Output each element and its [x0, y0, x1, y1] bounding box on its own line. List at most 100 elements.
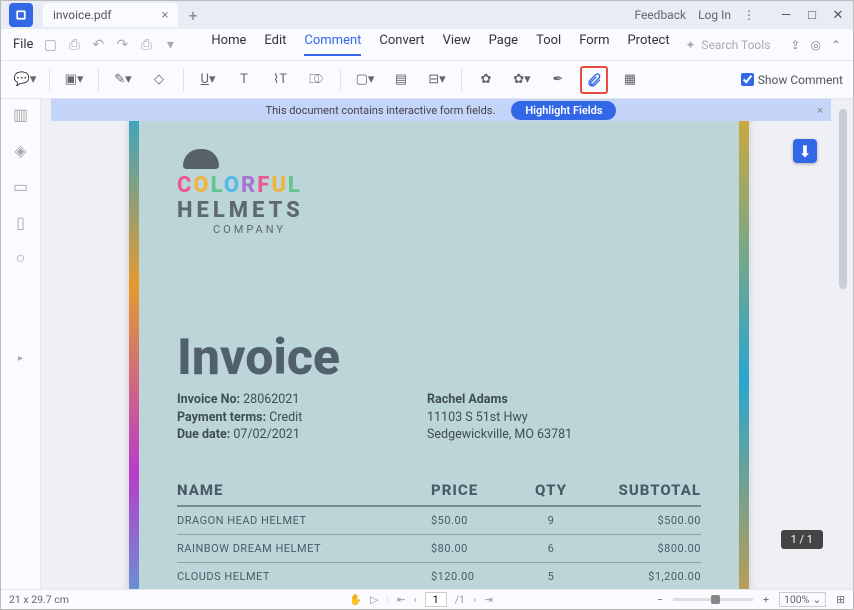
menu-page[interactable]: Page — [489, 33, 518, 56]
close-tab-icon[interactable]: × — [162, 8, 169, 23]
comments-panel-icon[interactable]: ▭ — [10, 175, 32, 197]
form-fields-banner: This document contains interactive form … — [51, 99, 831, 121]
title-bar: invoice.pdf × + Feedback Log In ⋮ — □ ✕ — [1, 1, 853, 29]
note-tool-icon[interactable]: 💬▾ — [11, 66, 39, 94]
share-icon[interactable]: ⇪ — [790, 38, 800, 52]
prev-page-icon[interactable]: ‹ — [414, 593, 417, 606]
menu-view[interactable]: View — [443, 33, 471, 56]
page-stripe-right — [739, 99, 749, 589]
save-icon[interactable]: ⎙ — [65, 37, 83, 53]
attachments-panel-icon[interactable]: ▯ — [10, 211, 32, 233]
search-hint-icon: ✦ — [685, 38, 695, 52]
file-menu[interactable]: File — [13, 37, 33, 52]
manage-comments-icon[interactable]: ▦ — [616, 66, 644, 94]
next-page-icon[interactable]: › — [473, 593, 476, 606]
callout-tool-icon[interactable]: ⎄ — [302, 66, 330, 94]
menu-form[interactable]: Form — [579, 33, 609, 56]
zoom-in-icon[interactable]: + — [763, 593, 769, 606]
table-row: RAINBOW DREAM HELMET$80.006$800.00 — [177, 535, 701, 563]
stamp-tool-icon[interactable]: ✿ — [472, 66, 500, 94]
hand-tool-icon[interactable]: ✋ — [349, 593, 362, 606]
feedback-link[interactable]: Feedback — [634, 8, 686, 22]
invoice-meta-right: Rachel Adams 11103 S 51st Hwy Sedgewickv… — [427, 391, 572, 444]
tab-title: invoice.pdf — [53, 8, 112, 22]
eraser-tool-icon[interactable]: ◇ — [145, 66, 173, 94]
first-page-icon[interactable]: ⇤ — [397, 593, 406, 606]
app-logo-icon — [9, 3, 33, 27]
bookmarks-panel-icon[interactable]: ◈ — [10, 139, 32, 161]
col-price: PRICE — [431, 481, 511, 499]
last-page-icon[interactable]: ⇥ — [484, 593, 493, 606]
thumbnails-panel-icon[interactable]: ▥ — [10, 103, 32, 125]
menu-bar: File ▢ ⎙ ↶ ↷ ⎙ ▾ Home Edit Comment Convert V… — [1, 29, 853, 61]
zoom-slider[interactable] — [673, 598, 753, 601]
minimize-button[interactable]: — — [775, 5, 797, 25]
select-tool-icon[interactable]: ▷ — [370, 593, 378, 606]
cloud-icon[interactable]: ◎ — [810, 38, 820, 52]
menu-edit[interactable]: Edit — [264, 33, 286, 56]
highlight-tool-icon[interactable]: ▣▾ — [60, 66, 88, 94]
attachment-tool-icon[interactable] — [580, 66, 608, 94]
invoice-title: Invoice — [177, 329, 340, 387]
text-tool-icon[interactable]: T — [230, 66, 258, 94]
underline-tool-icon[interactable]: U▾ — [194, 66, 222, 94]
shape-tool-icon[interactable]: ▢▾ — [351, 66, 379, 94]
hedgehog-icon — [183, 149, 219, 169]
search-tools-input[interactable]: Search Tools — [701, 38, 770, 52]
main-menu: Home Edit Comment Convert View Page Tool Form Pr… — [211, 33, 669, 56]
signature-tool-icon[interactable]: ✒ — [544, 66, 572, 94]
show-comment-label: Show Comment — [758, 73, 843, 87]
menu-protect[interactable]: Protect — [627, 33, 669, 56]
zoom-out-icon[interactable]: − — [657, 593, 663, 606]
search-panel-icon[interactable]: ○ — [10, 247, 32, 269]
pager: ✋ ▷ | ⇤ ‹ /1 › ⇥ — [349, 592, 493, 607]
invoice-meta-left: Invoice No: 28062021 Payment terms: Cred… — [177, 391, 302, 444]
document-canvas: COLORFUL HELMETS COMPANY Invoice Invoice… — [41, 99, 853, 589]
col-name: NAME — [177, 481, 431, 499]
menu-home[interactable]: Home — [211, 33, 246, 56]
page-input[interactable] — [425, 592, 447, 607]
login-link[interactable]: Log In — [698, 8, 731, 22]
pencil-tool-icon[interactable]: ✎▾ — [109, 66, 137, 94]
banner-close-icon[interactable]: × — [817, 104, 823, 117]
zoom-select[interactable]: 100%⌄ — [779, 592, 826, 607]
redo-icon[interactable]: ↷ — [113, 37, 131, 53]
document-tab[interactable]: invoice.pdf × — [43, 3, 178, 27]
status-bar: 21 x 29.7 cm ✋ ▷ | ⇤ ‹ /1 › ⇥ − + 100%⌄ … — [1, 589, 853, 609]
page: COLORFUL HELMETS COMPANY Invoice Invoice… — [129, 99, 749, 589]
logo-helmets: HELMETS — [177, 198, 304, 223]
kebab-menu-icon[interactable]: ⋮ — [743, 8, 755, 22]
items-table: NAME PRICE QTY SUBTOTAL DRAGON HEAD HELM… — [177, 481, 701, 589]
expand-icon[interactable]: ⌃ — [831, 38, 841, 52]
close-window-button[interactable]: ✕ — [827, 5, 849, 25]
textbox-tool-icon[interactable]: ⌇T — [266, 66, 294, 94]
scroll-thumb[interactable] — [839, 109, 847, 289]
add-tab-button[interactable]: + — [188, 6, 197, 25]
left-rail: ▥ ◈ ▭ ▯ ○ ▸ — [1, 99, 41, 589]
comment-tool-icon[interactable]: ▤ — [387, 66, 415, 94]
scrollbar[interactable] — [839, 103, 849, 585]
menu-convert[interactable]: Convert — [379, 33, 424, 56]
stamp-menu-icon[interactable]: ✿▾ — [508, 66, 536, 94]
logo-colorful: COLORFUL — [177, 173, 304, 198]
qat-more-icon[interactable]: ▾ — [161, 37, 179, 53]
fit-page-icon[interactable]: ⊞ — [836, 593, 845, 606]
company-logo: COLORFUL HELMETS COMPANY — [177, 149, 304, 236]
measure-tool-icon[interactable]: ⊟▾ — [423, 66, 451, 94]
page-stripe-left — [129, 99, 139, 589]
show-comment-check[interactable] — [741, 73, 754, 86]
print-icon[interactable]: ⎙ — [137, 37, 155, 53]
show-comment-checkbox[interactable]: Show Comment — [741, 73, 843, 87]
floating-download-icon[interactable]: ⬇ — [793, 139, 817, 163]
table-row: CLOUDS HELMET$120.005$1,200.00 — [177, 563, 701, 589]
undo-icon[interactable]: ↶ — [89, 37, 107, 53]
col-subtotal: SUBTOTAL — [591, 481, 701, 499]
comment-toolbar: 💬▾ ▣▾ ✎▾ ◇ U▾ T ⌇T ⎄ ▢▾ ▤ ⊟▾ ✿ ✿▾ ✒ ▦ Sh… — [1, 61, 853, 99]
menu-comment[interactable]: Comment — [304, 33, 361, 56]
menu-tool[interactable]: Tool — [536, 33, 561, 56]
maximize-button[interactable]: □ — [801, 5, 823, 25]
banner-msg: This document contains interactive form … — [266, 104, 496, 117]
highlight-fields-button[interactable]: Highlight Fields — [511, 101, 616, 120]
rail-expand-icon[interactable]: ▸ — [10, 347, 32, 369]
open-icon[interactable]: ▢ — [41, 37, 59, 53]
